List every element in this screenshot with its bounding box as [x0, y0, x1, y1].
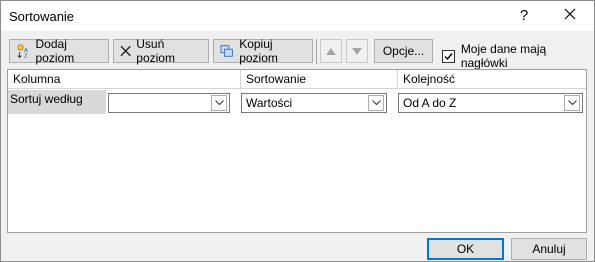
- order-select[interactable]: Od A do Z: [398, 93, 583, 113]
- check-icon: [444, 52, 453, 60]
- copy-level-button[interactable]: Kopiuj poziom: [213, 37, 313, 65]
- move-up-button[interactable]: [320, 39, 342, 63]
- column-header-sort-on: Sortowanie: [241, 70, 397, 89]
- copy-icon: [220, 45, 233, 57]
- chevron-down-icon: [214, 100, 224, 106]
- close-button[interactable]: [559, 5, 581, 27]
- sort-levels-grid: Kolumna Sortowanie Kolejność Sortuj wedł…: [7, 69, 587, 233]
- delete-level-label: Usuń poziom: [136, 37, 175, 65]
- title-bar: Sortowanie ?: [1, 1, 594, 31]
- sort-on-select[interactable]: Wartości: [241, 93, 387, 113]
- svg-text:Z: Z: [24, 53, 28, 59]
- move-down-button[interactable]: [346, 39, 368, 63]
- close-icon: [564, 8, 576, 20]
- column-header-column: Kolumna: [8, 70, 240, 89]
- headers-checkbox-label: Moje dane mają nagłówki: [460, 42, 547, 70]
- chevron-down-icon: [371, 100, 381, 106]
- order-dropdown-button[interactable]: [564, 95, 580, 111]
- headers-checkbox[interactable]: [442, 49, 455, 63]
- delete-level-button[interactable]: Usuń poziom: [113, 37, 209, 65]
- headers-checkbox-row[interactable]: Moje dane mają nagłówki: [442, 42, 594, 70]
- add-level-label: Dodaj poziom: [35, 37, 75, 65]
- cancel-button[interactable]: Anuluj: [511, 238, 587, 260]
- column-select-dropdown-button[interactable]: [211, 95, 227, 111]
- row-label-sort-by: Sortuj według: [8, 90, 106, 114]
- options-button[interactable]: Opcje...: [374, 39, 433, 63]
- add-level-button[interactable]: A Z Dodaj poziom: [9, 37, 109, 65]
- sort-dialog: Sortowanie ? A Z Dodaj poziom Usuń pozio…: [0, 0, 595, 262]
- toolbar-separator: [316, 39, 317, 64]
- triangle-up-icon: [326, 47, 336, 55]
- ok-button[interactable]: OK: [427, 238, 504, 260]
- sort-on-dropdown-button[interactable]: [368, 95, 384, 111]
- copy-level-label: Kopiuj poziom: [239, 37, 278, 65]
- triangle-down-icon: [352, 47, 362, 55]
- dialog-title: Sortowanie: [9, 9, 75, 24]
- help-button[interactable]: ?: [513, 5, 535, 27]
- column-select[interactable]: [108, 93, 230, 113]
- add-level-icon: A Z: [17, 44, 28, 59]
- chevron-down-icon: [567, 100, 577, 106]
- sort-on-value: Wartości: [246, 96, 293, 110]
- options-label: Opcje...: [382, 44, 425, 58]
- column-header-order: Kolejność: [398, 70, 586, 89]
- delete-x-icon: [120, 45, 131, 57]
- order-value: Od A do Z: [403, 96, 457, 110]
